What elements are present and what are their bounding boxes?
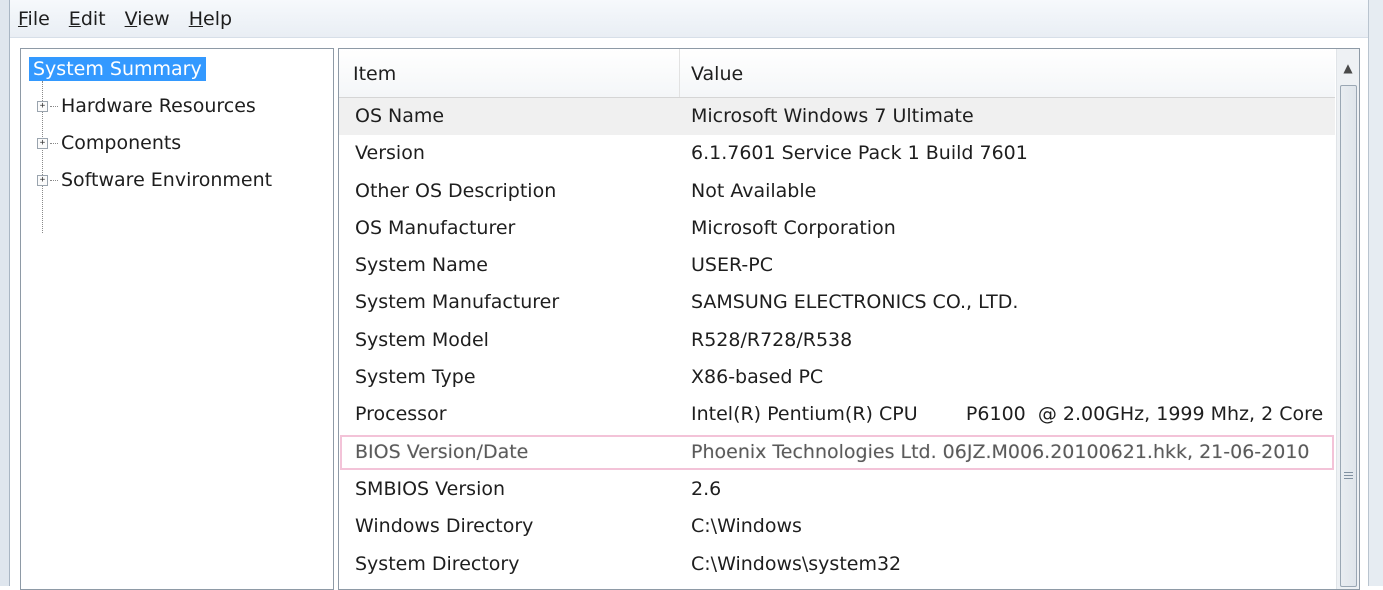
menu-bar: File Edit View Help xyxy=(10,0,1368,38)
table-row[interactable]: Processor Intel(R) Pentium(R) CPU P6100 @… xyxy=(339,396,1335,433)
scrollbar-thumb[interactable] xyxy=(1340,85,1357,587)
row-item: System Name xyxy=(355,254,488,277)
row-item: OS Name xyxy=(355,105,445,127)
category-tree[interactable]: System Summary + Hardware Resources + Co… xyxy=(20,48,334,590)
row-value: Not Available xyxy=(691,179,817,202)
row-item: SMBIOS Version xyxy=(355,477,506,500)
tree-branch-dots xyxy=(50,143,58,144)
table-row[interactable]: System Name USER-PC xyxy=(339,247,1335,284)
row-value: SAMSUNG ELECTRONICS CO., LTD. xyxy=(691,291,1019,314)
tree-item-software-environment[interactable]: + Software Environment xyxy=(37,169,272,191)
row-item: BIOS Version/Date xyxy=(355,440,529,463)
row-value: Phoenix Technologies Ltd. 06JZ.M006.2010… xyxy=(691,440,1310,463)
tree-item-components[interactable]: + Components xyxy=(37,132,181,154)
system-information-window: File Edit View Help System Summary + Har… xyxy=(0,0,1383,590)
table-row[interactable]: OS Manufacturer Microsoft Corporation xyxy=(339,210,1335,247)
list-header: Item Value xyxy=(339,49,1335,98)
table-row[interactable]: Version 6.1.7601 Service Pack 1 Build 760… xyxy=(339,135,1335,172)
row-item: Other OS Description xyxy=(355,179,557,202)
row-item: System Model xyxy=(355,328,489,351)
row-item: OS Manufacturer xyxy=(355,216,516,239)
table-row[interactable]: System Type X86-based PC xyxy=(339,359,1335,396)
row-value: C:\Windows\system32 xyxy=(691,552,902,575)
table-row-selected[interactable]: BIOS Version/Date Phoenix Technologies Lt… xyxy=(339,433,1335,471)
row-value: USER-PC xyxy=(691,254,773,277)
tree-item-label: Components xyxy=(61,132,182,154)
window-right-edge xyxy=(1368,0,1383,586)
expand-plus-icon[interactable]: + xyxy=(37,100,48,112)
window-left-edge xyxy=(0,0,10,586)
row-value: 6.1.7601 Service Pack 1 Build 7601 xyxy=(691,142,1028,165)
vertical-scrollbar[interactable]: ▲ xyxy=(1336,49,1359,589)
row-item: System Manufacturer xyxy=(355,291,560,314)
row-item: Windows Directory xyxy=(355,515,534,538)
expand-plus-icon[interactable]: + xyxy=(37,137,48,149)
row-value: Intel(R) Pentium(R) CPU P6100 @ 2.00GHz,… xyxy=(691,403,1324,426)
tree-item-system-summary[interactable]: System Summary xyxy=(28,56,207,82)
menu-file[interactable]: File xyxy=(16,8,61,30)
row-value: X86-based PC xyxy=(691,366,824,389)
details-list[interactable]: Item Value OS Name Microsoft Windows 7 Ul… xyxy=(338,48,1360,590)
row-value: 2.6 xyxy=(691,477,722,500)
table-row[interactable]: SMBIOS Version 2.6 xyxy=(339,471,1335,508)
tree-branch-dots xyxy=(50,180,58,181)
column-header-value[interactable]: Value xyxy=(691,63,743,85)
tree-item-label: Hardware Resources xyxy=(61,95,256,117)
table-row[interactable]: OS Name Microsoft Windows 7 Ultimate xyxy=(339,98,1335,136)
scroll-up-arrow-icon[interactable]: ▲ xyxy=(1337,53,1359,83)
column-header-item[interactable]: Item xyxy=(353,63,396,85)
table-row[interactable]: System Directory C:\Windows\system32 xyxy=(339,546,1335,583)
row-value: Microsoft Corporation xyxy=(691,216,896,239)
tree-branch-dots xyxy=(50,106,58,107)
table-row[interactable]: System Manufacturer SAMSUNG ELECTRONICS C… xyxy=(339,284,1335,321)
row-value: C:\Windows xyxy=(691,515,802,538)
row-item: Version xyxy=(355,142,425,165)
tree-item-label: Software Environment xyxy=(61,169,273,191)
table-row[interactable]: Other OS Description Not Available xyxy=(339,173,1335,210)
grip-icon xyxy=(1344,472,1353,480)
menu-view[interactable]: View xyxy=(123,8,181,30)
tree-item-hardware-resources[interactable]: + Hardware Resources xyxy=(37,95,256,117)
menu-help[interactable]: Help xyxy=(187,8,243,30)
row-value: R528/R728/R538 xyxy=(691,328,853,351)
row-value: Microsoft Windows 7 Ultimate xyxy=(691,105,974,127)
column-separator[interactable] xyxy=(679,49,680,97)
row-item: System Type xyxy=(355,366,476,389)
table-row[interactable]: Windows Directory C:\Windows xyxy=(339,508,1335,545)
list-rows: OS Name Microsoft Windows 7 Ultimate Vers… xyxy=(339,98,1335,583)
row-item: System Directory xyxy=(355,552,520,575)
menu-edit[interactable]: Edit xyxy=(67,8,117,30)
expand-plus-icon[interactable]: + xyxy=(37,174,48,186)
table-row[interactable]: System Model R528/R728/R538 xyxy=(339,322,1335,359)
row-item: Processor xyxy=(355,403,447,426)
